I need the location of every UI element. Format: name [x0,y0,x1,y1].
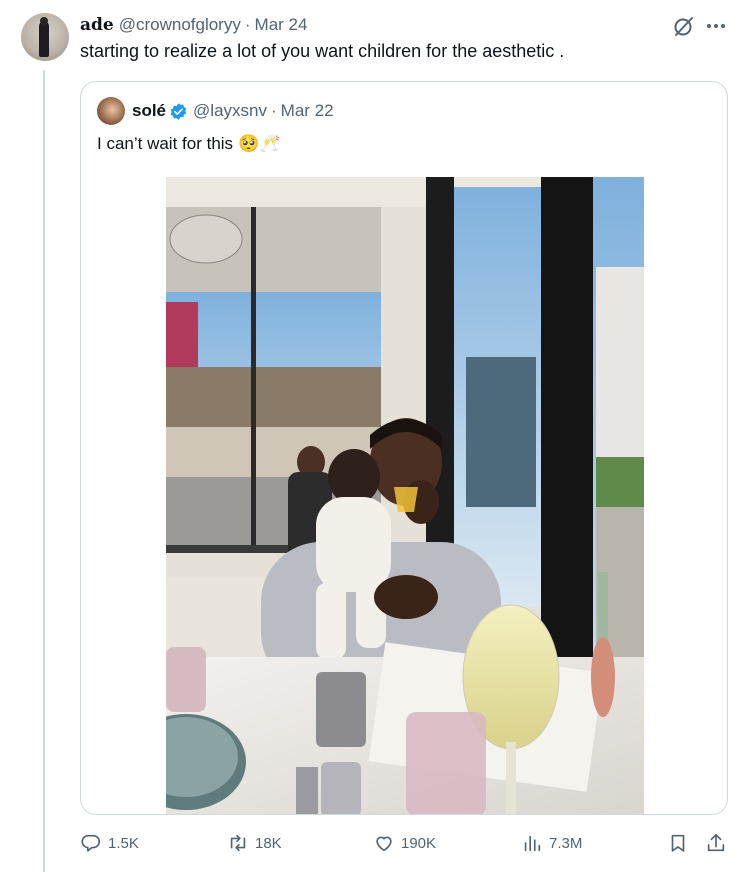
quoted-tweet-date[interactable]: Mar 22 [281,101,334,121]
author-handle[interactable]: @crownofgloryy [119,15,241,35]
verified-badge-icon [170,102,187,120]
tweet-text: starting to realize a lot of you want ch… [80,41,565,61]
quoted-tweet-emojis: 🥺🥂 [238,134,281,153]
retweet-count: 18K [255,834,282,852]
like-icon [376,836,392,852]
like-count: 190K [401,834,437,852]
bookmark-icon [671,834,685,852]
view-count: 7.3M [549,834,583,852]
quoted-author-avatar[interactable] [97,97,125,125]
retweet-button[interactable]: 18K [227,830,282,856]
views-icon [524,835,541,852]
reply-icon [81,834,101,852]
action-bar: 1.5K 18K 190K 7.3M [80,830,728,856]
tweet-header: ade @crownofgloryy · Mar 24 [80,14,307,36]
reply-button[interactable]: 1.5K [80,830,139,856]
reply-count: 1.5K [108,834,139,852]
quoted-tweet-text-row: I can’t wait for this 🥺🥂 [97,134,280,154]
author-avatar[interactable] [21,13,69,61]
retweet-icon [230,834,246,852]
bookmark-button[interactable] [667,830,689,856]
quoted-author-name[interactable]: solé [132,101,166,121]
separator-dot: · [270,101,277,120]
quoted-tweet[interactable]: solé @layxsnv · Mar 22 I can’t wait for … [80,81,728,815]
more-icon[interactable] [704,14,728,38]
quoted-tweet-header: solé @layxsnv · Mar 22 [132,100,334,122]
like-button[interactable]: 190K [373,830,436,856]
share-button[interactable] [705,830,727,856]
tweet-date[interactable]: Mar 24 [255,15,308,35]
quoted-author-handle[interactable]: @layxsnv [193,101,267,121]
quoted-tweet-photo[interactable] [166,177,644,815]
views-button[interactable]: 7.3M [521,830,582,856]
quoted-tweet-text: I can’t wait for this [97,134,234,153]
grok-icon[interactable] [672,14,696,38]
separator-dot: · [244,15,251,34]
share-icon [707,833,725,852]
thread-line [43,70,45,872]
author-name[interactable]: ade [80,15,114,35]
